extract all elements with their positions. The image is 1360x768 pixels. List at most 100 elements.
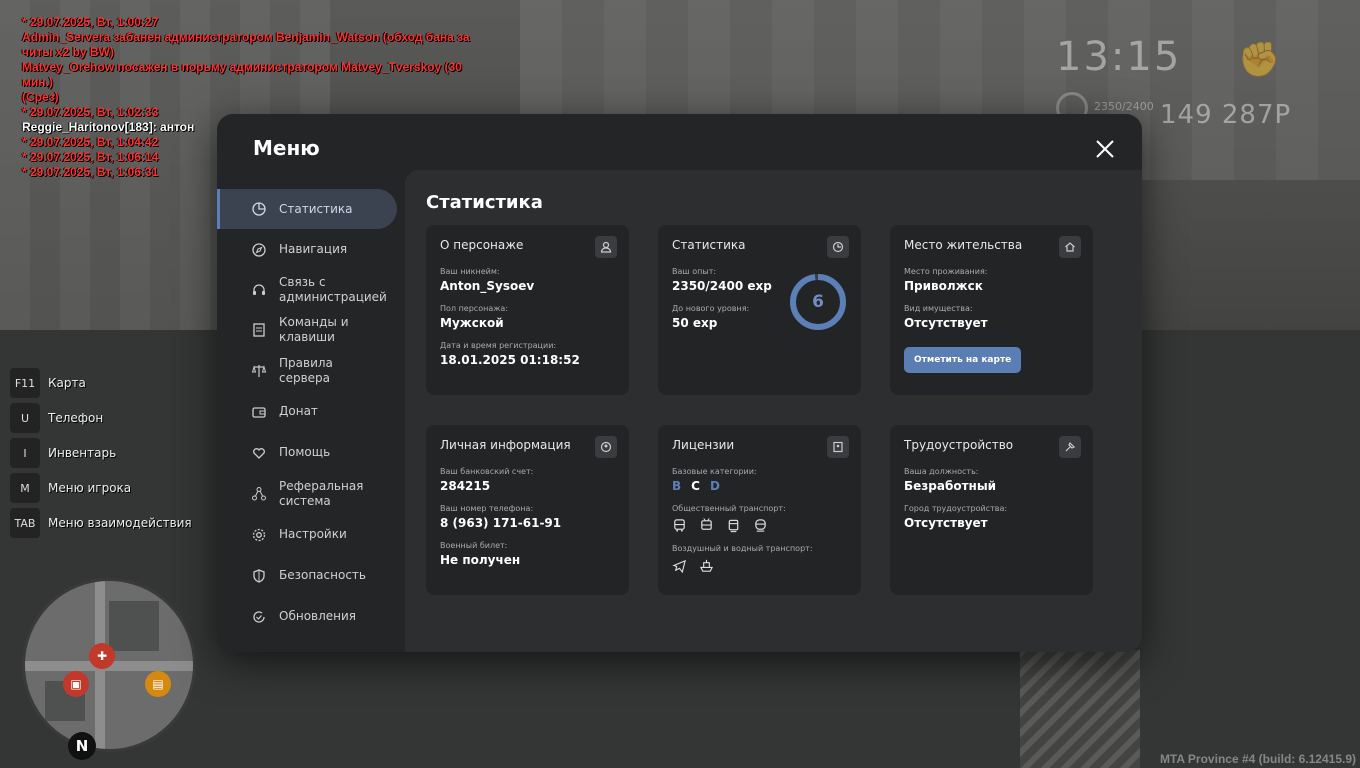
key-hints: F11 Карта U Телефон I Инвентарь M Меню игрока TA… — [10, 368, 192, 543]
sidebar-item-network[interactable]: Реферальная система — [217, 473, 397, 514]
headset-icon — [251, 282, 267, 298]
license-category-c: C — [691, 479, 700, 493]
id-face-icon — [595, 436, 617, 458]
position-label: Ваша должность: — [904, 467, 979, 476]
menu-sidebar: Статистика Навигация Связь с администрацие… — [217, 189, 397, 637]
sidebar-item-label: Помощь — [279, 445, 331, 459]
bank-label: Ваш банковский счет: — [440, 467, 534, 476]
residence-card: Место жительства Место проживания: Приво… — [890, 225, 1093, 395]
sidebar-item-label: Реферальная система — [279, 478, 364, 508]
license-category-d: D — [709, 479, 720, 493]
work-city-label: Город трудоустройства: — [904, 504, 1008, 513]
sidebar-item-label: Безопасность — [279, 568, 366, 582]
game-railing — [1020, 650, 1140, 768]
sidebar-item-document[interactable]: Команды и клавиши — [217, 310, 397, 350]
shield-icon — [251, 568, 267, 584]
key-cap: TAB — [10, 508, 40, 538]
license-categories: BCD — [672, 479, 847, 493]
sidebar-item-label: Навигация — [279, 242, 348, 256]
sidebar-item-label: Статистика — [279, 201, 353, 216]
sidebar-item-scales[interactable]: Правила сервера — [217, 350, 397, 391]
stats-title: Статистика — [426, 192, 543, 213]
card-title: Трудоустройство — [904, 438, 1014, 452]
nickname-label: Ваш никнейм: — [440, 267, 500, 276]
military-value: Не получен — [440, 553, 521, 567]
key-hint-label: Меню взаимодействия — [48, 516, 192, 530]
gear-icon — [251, 527, 267, 543]
trolleybus-icon — [701, 518, 712, 530]
sidebar-item-label: Правила сервера — [279, 355, 333, 385]
key-hint-label: Телефон — [48, 411, 104, 425]
mark-on-map-button[interactable]: Отметить на карте — [904, 347, 1022, 373]
heart-hand-icon — [251, 445, 267, 461]
key-hint-label: Меню игрока — [48, 481, 132, 495]
sidebar-item-label: Команды и клавиши — [279, 315, 349, 344]
scales-icon — [251, 363, 267, 379]
air-water-transport-label: Воздушный и водный транспорт: — [672, 544, 813, 553]
bus-marker-icon: ▣ — [63, 671, 89, 697]
sidebar-item-label: Связь с администрацией — [279, 275, 387, 304]
sidebar-item-heart-hand[interactable]: Помощь — [217, 432, 397, 473]
menu-modal: Меню Статистика Навигация Связь с админист… — [217, 114, 1142, 652]
level-number: 6 — [812, 292, 824, 312]
key-hint: F11 Карта — [10, 368, 192, 398]
registration-value: 18.01.2025 01:18:52 — [440, 353, 580, 367]
shop-marker-icon: ▤ — [145, 671, 171, 697]
sidebar-item-label: Донат — [279, 404, 318, 418]
card-title: Статистика — [672, 238, 746, 252]
character-card: О персонаже Ваш никнейм: Anton_Sysoev По… — [426, 225, 629, 395]
registration-label: Дата и время регистрации: — [440, 341, 557, 350]
sidebar-item-label: Настройки — [279, 527, 347, 541]
gender-label: Пол персонажа: — [440, 304, 509, 313]
clock-chart-icon — [827, 236, 849, 258]
boat-icon — [699, 559, 714, 572]
sidebar-item-gear[interactable]: Настройки — [217, 514, 397, 555]
air-water-transport-icons — [672, 558, 847, 573]
key-cap: M — [10, 473, 40, 503]
card-title: Лицензии — [672, 438, 735, 452]
bus-icon — [674, 519, 685, 532]
hospital-marker-icon: ✚ — [89, 643, 115, 669]
hud-exp: 2350/2400 — [1094, 100, 1154, 113]
minimap: ✚ ▣ ▤ — [22, 578, 196, 752]
house-icon — [1059, 236, 1081, 258]
compass-north-icon: N — [68, 732, 96, 760]
chat-line: читы x2 by BW) — [22, 45, 114, 59]
menu-title: Меню — [253, 136, 320, 160]
license-category-b: B — [672, 479, 682, 493]
stats-panel: Статистика О персонаже Ваш никнейм: Anto… — [405, 170, 1142, 652]
sidebar-item-compass[interactable]: Навигация — [217, 229, 397, 270]
card-title: Личная информация — [440, 438, 571, 452]
nickname-value: Anton_Sysoev — [440, 279, 535, 293]
licenses-card: Лицензии Базовые категории: BCD Обществе… — [658, 425, 861, 595]
document-icon — [251, 322, 267, 338]
personal-info-card: Личная информация Ваш банковский счет: 2… — [426, 425, 629, 595]
sidebar-item-shield[interactable]: Безопасность — [217, 555, 397, 596]
sidebar-item-label: Обновления — [279, 609, 357, 623]
hud-money: 149 287Р — [1160, 100, 1292, 130]
card-title: О персонаже — [440, 238, 524, 252]
hammer-icon — [1059, 436, 1081, 458]
chat-line: * 29.07.2025, Вт, 1:00:27 — [22, 15, 159, 29]
map-block — [109, 601, 159, 651]
card-title: Место жительства — [904, 238, 1023, 252]
property-value: Отсутствует — [904, 316, 988, 330]
sidebar-item-headset[interactable]: Связь с администрацией — [217, 270, 397, 310]
residence-place-value: Приволжск — [904, 279, 983, 293]
sidebar-item-wallet[interactable]: Донат — [217, 391, 397, 432]
close-button[interactable] — [1094, 138, 1116, 160]
employment-card: Трудоустройство Ваша должность: Безработ… — [890, 425, 1093, 595]
position-value: Безработный — [904, 479, 997, 493]
sidebar-item-refresh-check[interactable]: Обновления — [217, 596, 397, 637]
key-hint-label: Карта — [48, 376, 86, 390]
chat-line: Matvey_Orehow посажен в порьму администр… — [22, 60, 462, 89]
phone-value: 8 (963) 171-61-91 — [440, 516, 562, 530]
public-transport-icons — [672, 518, 847, 533]
tram-icon — [728, 519, 739, 533]
build-info: MTA Province #4 (build: 6.12415.9) — [1159, 752, 1356, 766]
sidebar-item-pie-chart[interactable]: Статистика — [217, 189, 397, 229]
phone-label: Ваш номер телефона: — [440, 504, 534, 513]
key-cap: F11 — [10, 368, 40, 398]
key-hint: I Инвентарь — [10, 438, 192, 468]
chat-line: Admin_Servera забанен администратором Be… — [22, 30, 470, 44]
